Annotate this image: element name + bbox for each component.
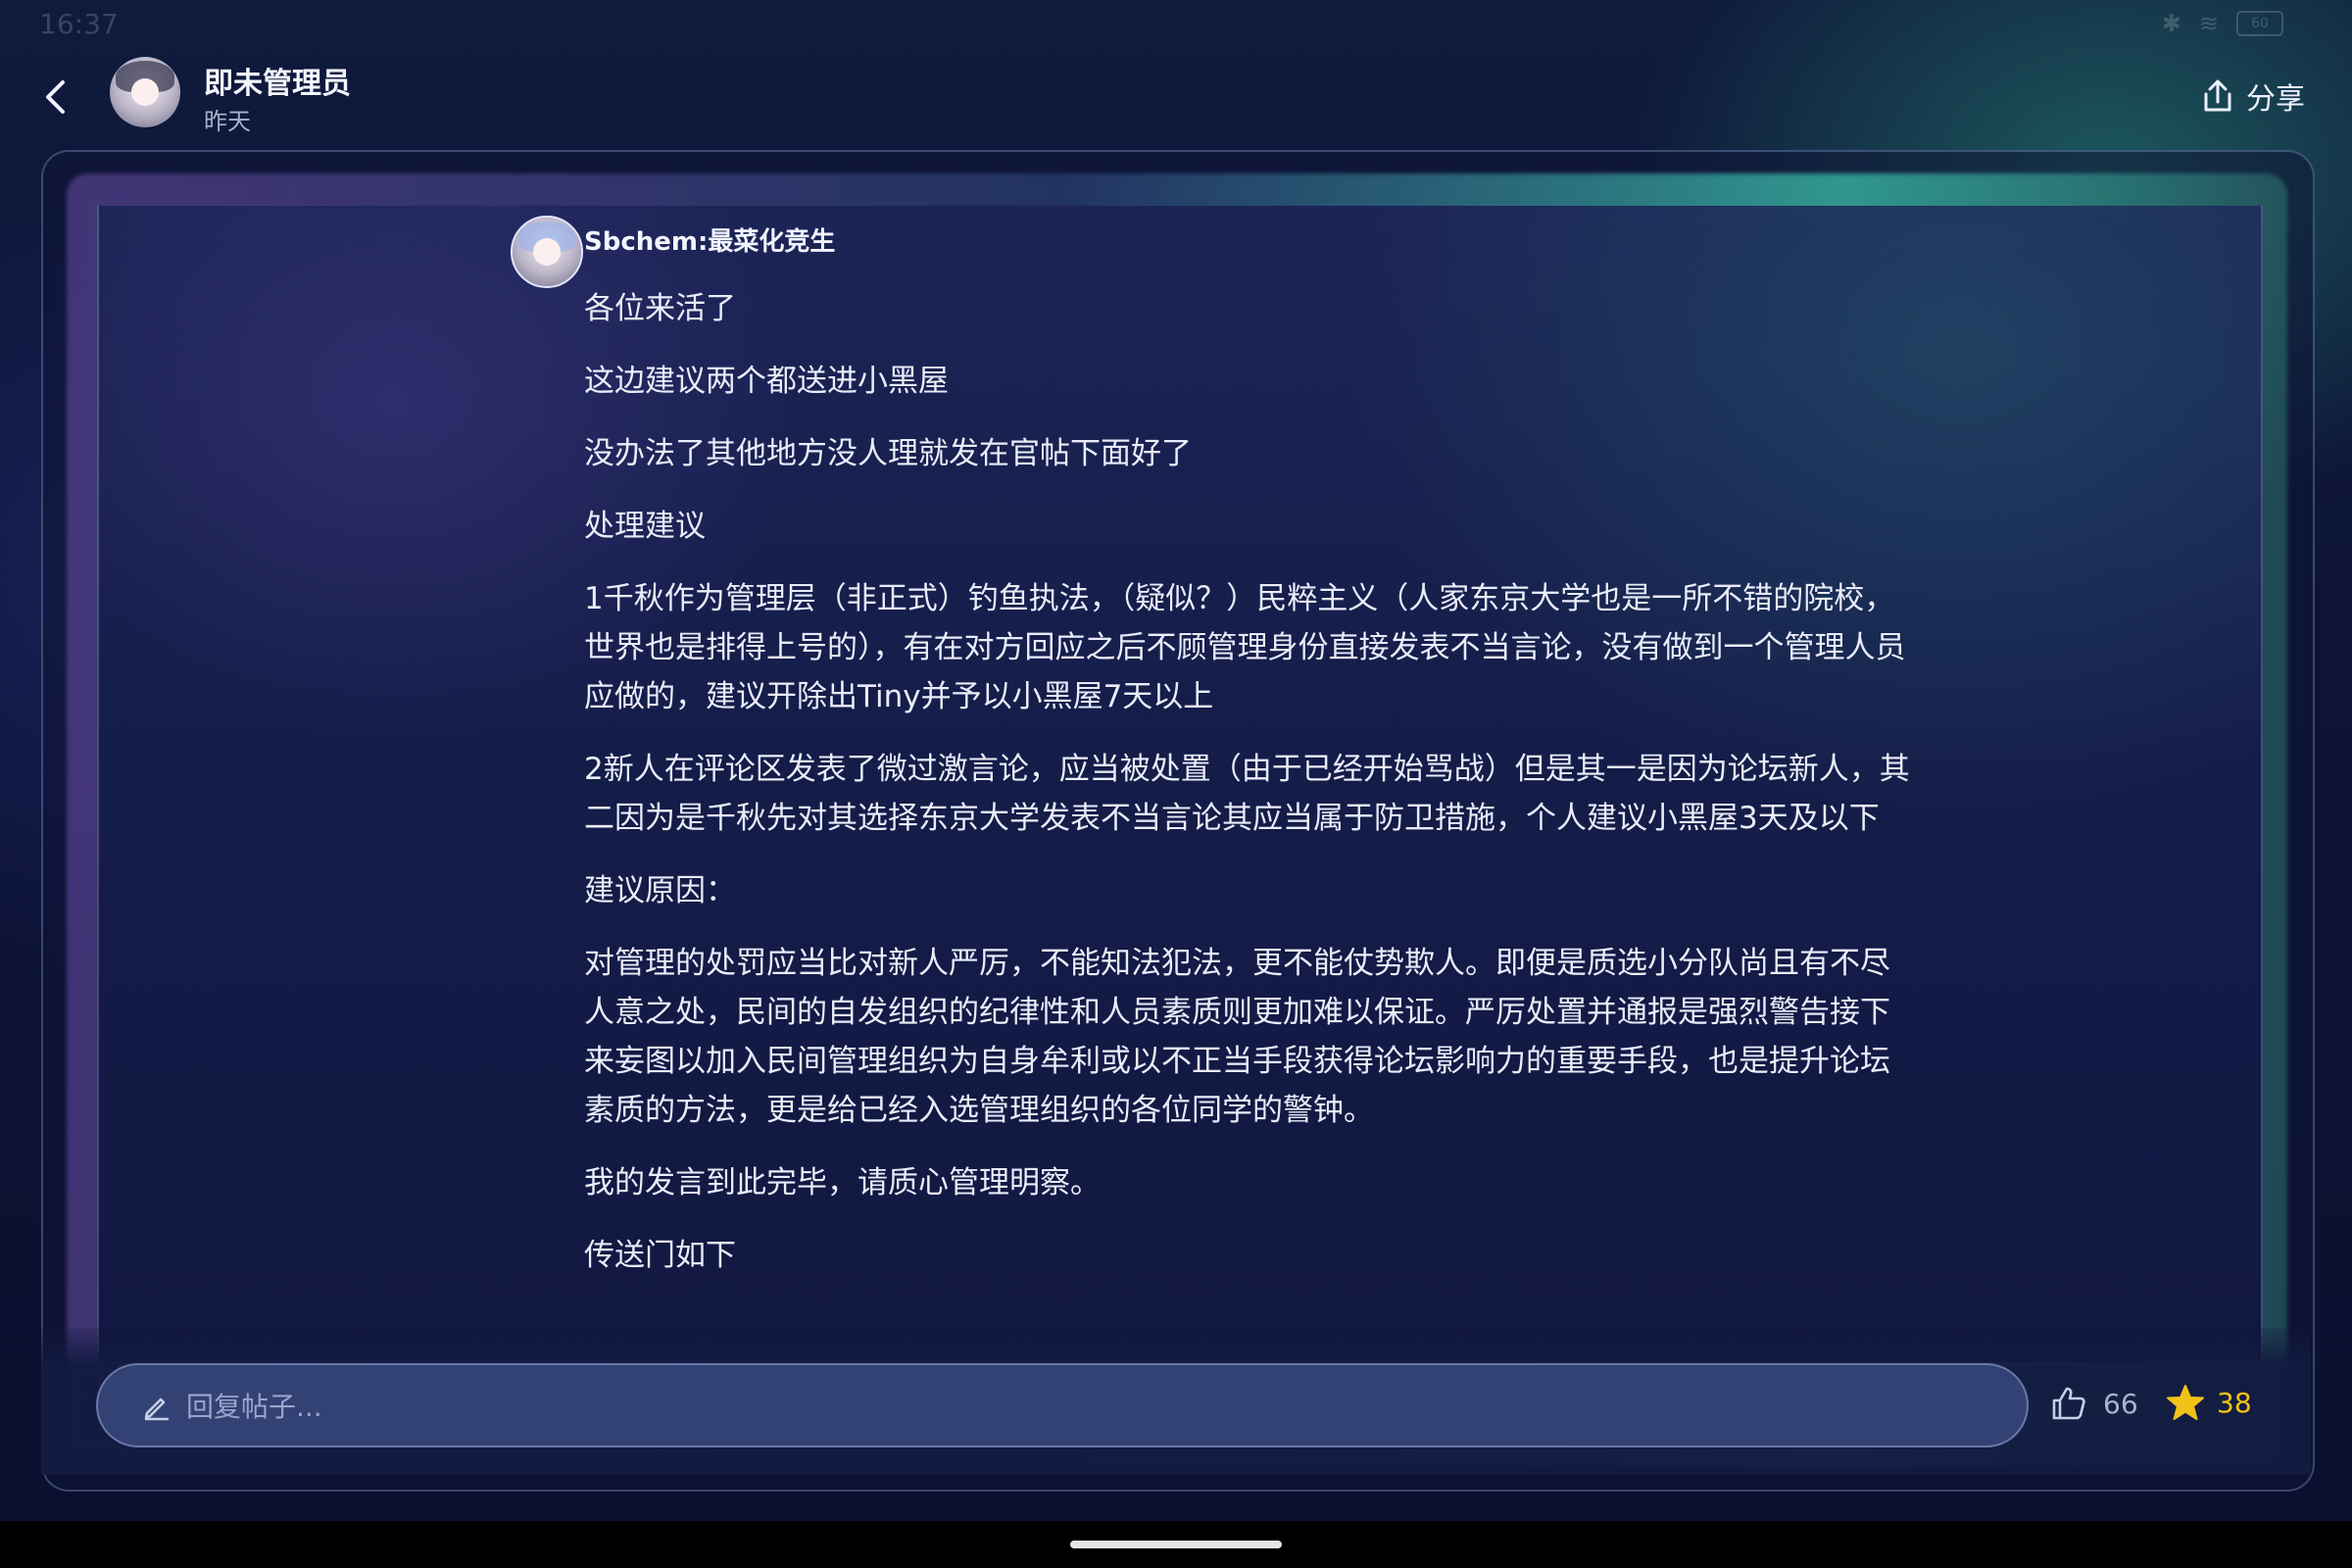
chevron-left-icon <box>46 80 65 114</box>
share-label: 分享 <box>2246 82 2305 117</box>
reply-input[interactable]: 回复帖子... <box>96 1363 2029 1447</box>
share-icon <box>2204 79 2231 112</box>
comment-paragraph: 没办法了其他地方没人理就发在官帖下面好了 <box>584 436 1192 471</box>
comment-paragraph: 我的发言到此完毕，请质心管理明察。 <box>584 1165 1101 1200</box>
like-count: 66 <box>2103 1387 2138 1420</box>
app-screen: 16:37 ✱ ≋ 60 即未管理员 昨天 分享 Sbchem:最菜化竞生 各位… <box>0 0 2352 1521</box>
author-name[interactable]: 即未管理员 <box>204 59 351 102</box>
bluetooth-icon: ✱ <box>2161 10 2181 37</box>
comment-author-avatar[interactable] <box>511 216 583 288</box>
comment-body: 各位来活了 这边建议两个都送进小黑屋 没办法了其他地方没人理就发在官帖下面好了 … <box>584 284 1917 1303</box>
pencil-icon <box>144 1397 170 1421</box>
comment-paragraph: 建议原因： <box>584 873 736 908</box>
status-icons: ✱ ≋ 60 <box>2162 10 2283 37</box>
author-avatar[interactable] <box>110 57 180 127</box>
post-header: 即未管理员 昨天 分享 <box>0 49 2352 147</box>
comment-paragraph: 传送门如下 <box>584 1238 736 1273</box>
back-button[interactable] <box>35 73 74 122</box>
thumbs-up-icon <box>2052 1387 2085 1420</box>
comment-author-name[interactable]: Sbchem:最菜化竞生 <box>584 221 835 258</box>
post-card: Sbchem:最菜化竞生 各位来活了 这边建议两个都送进小黑屋 没办法了其他地方… <box>41 150 2315 1492</box>
star-icon <box>2167 1385 2204 1420</box>
comment-paragraph: 对管理的处罚应当比对新人严厉，不能知法犯法，更不能仗势欺人。即便是质选小分队尚且… <box>584 946 1890 1128</box>
wifi-icon: ≋ <box>2198 10 2219 37</box>
battery-icon: 60 <box>2236 11 2283 36</box>
favorite-button[interactable]: 38 <box>2166 1383 2252 1422</box>
reply-bar: 回复帖子... 66 38 <box>41 1328 2311 1475</box>
comment-paragraph: 1千秋作为管理层（非正式）钓鱼执法，（疑似？）民粹主义（人家东京大学也是一所不错… <box>584 581 1906 714</box>
comment-paragraph: 2新人在评论区发表了微过激言论，应当被处置（由于已经开始骂战）但是其一是因为论坛… <box>584 752 1910 836</box>
like-button[interactable]: 66 <box>2050 1385 2138 1422</box>
home-indicator[interactable] <box>1070 1541 1282 1548</box>
status-time: 16:37 <box>39 8 119 40</box>
comment-paragraph: 处理建议 <box>584 509 706 544</box>
favorite-count: 38 <box>2217 1386 2252 1419</box>
system-nav-bar <box>0 1521 2352 1568</box>
post-time: 昨天 <box>204 108 251 135</box>
reply-placeholder: 回复帖子... <box>186 1391 322 1423</box>
share-button[interactable]: 分享 <box>2201 74 2305 118</box>
status-bar: 16:37 ✱ ≋ 60 <box>0 0 2352 49</box>
comment-paragraph: 各位来活了 <box>584 291 736 326</box>
post-content: Sbchem:最菜化竞生 各位来活了 这边建议两个都送进小黑屋 没办法了其他地方… <box>97 206 2263 1362</box>
comment-paragraph: 这边建议两个都送进小黑屋 <box>584 364 949 399</box>
